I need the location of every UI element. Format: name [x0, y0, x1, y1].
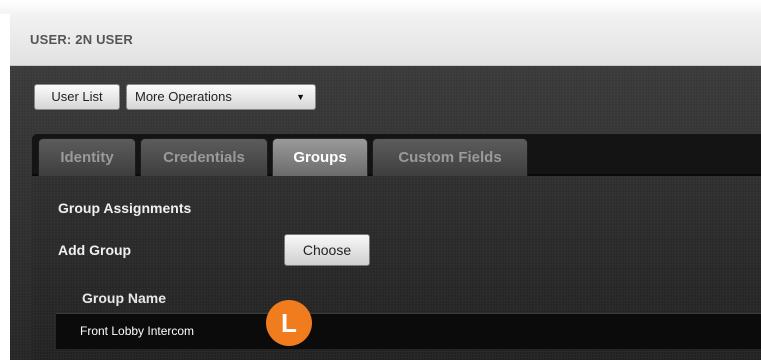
group-name-column-header: Group Name — [82, 290, 167, 306]
more-operations-label: More Operations — [135, 89, 232, 104]
group-assignments-heading: Group Assignments — [58, 200, 192, 216]
table-row[interactable]: Front Lobby Intercom — [56, 313, 761, 349]
chevron-down-icon: ▼ — [296, 92, 305, 102]
more-operations-select[interactable]: More Operations ▼ — [126, 84, 316, 110]
tab-credentials[interactable]: Credentials — [140, 138, 268, 176]
tab-strip: Identity Credentials Groups Custom Field… — [32, 134, 761, 176]
callout-badge: L — [266, 300, 312, 346]
tab-identity[interactable]: Identity — [38, 138, 136, 176]
choose-button[interactable]: Choose — [284, 234, 370, 266]
user-list-button[interactable]: User List — [34, 84, 120, 110]
tab-groups[interactable]: Groups — [272, 138, 368, 176]
page-title: USER: 2N USER — [30, 32, 134, 47]
tab-custom-fields[interactable]: Custom Fields — [372, 138, 528, 176]
title-bar: USER: 2N USER — [10, 14, 761, 66]
top-edge — [0, 0, 761, 14]
group-name-cell: Front Lobby Intercom — [80, 324, 195, 338]
add-group-label: Add Group — [58, 242, 132, 258]
user-detail-page: USER: 2N USER User List More Operations … — [0, 0, 761, 360]
